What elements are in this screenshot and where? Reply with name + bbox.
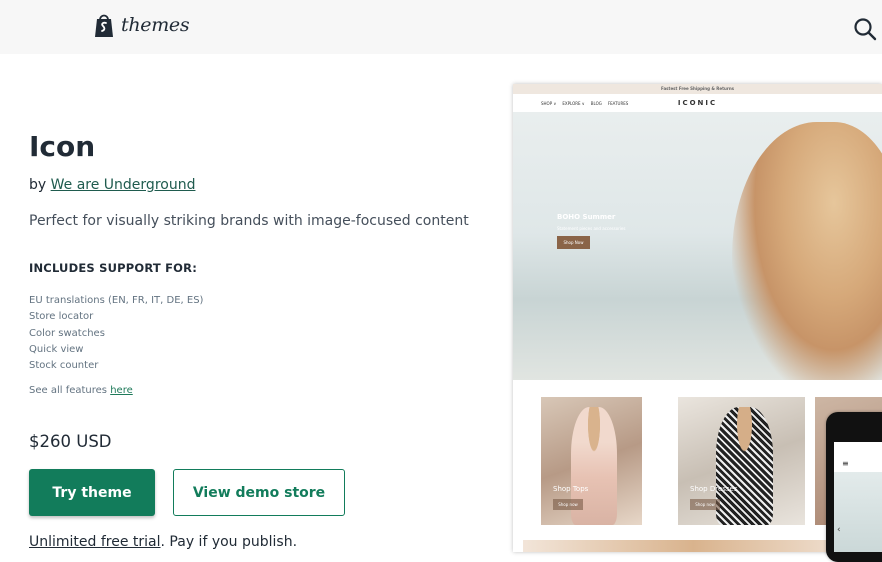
preview-brand: ICONIC (677, 99, 718, 107)
tile-button: Shop now (553, 499, 583, 510)
search-icon[interactable] (853, 17, 877, 41)
phone-screen: ≡ ‹ (834, 442, 882, 552)
preview-collection-tile: Shop Dresses Shop now (678, 397, 805, 525)
see-all-features: See all features here (29, 385, 133, 396)
hero-model-image (732, 122, 882, 380)
try-theme-button[interactable]: Try theme (29, 469, 155, 516)
tile-label: Shop Dresses (690, 485, 738, 493)
trial-note: Unlimited free trial. Pay if you publish… (29, 534, 297, 550)
top-bar: themes (0, 0, 882, 54)
tile-model-image (716, 407, 774, 525)
feature-item: Quick view (29, 343, 84, 355)
feature-list: EU translations (EN, FR, IT, DE, ES) Sto… (29, 293, 203, 374)
preview-hero-title: BOHO Summer (557, 213, 616, 221)
feature-item: EU translations (EN, FR, IT, DE, ES) (29, 295, 204, 306)
logo-text: themes (121, 14, 190, 36)
theme-price: $260 USD (29, 432, 112, 451)
shopify-themes-logo[interactable]: themes (93, 12, 190, 38)
free-trial-link[interactable]: Unlimited free trial (29, 534, 161, 550)
feature-item: Store locator (29, 311, 94, 323)
preview-bottom-image (523, 540, 863, 552)
chevron-left-icon: ‹ (837, 525, 841, 535)
support-heading: INCLUDES SUPPORT FOR: (29, 261, 198, 275)
author-link[interactable]: We are Underground (51, 177, 196, 193)
preview-hero-image: BOHO Summer Statement pieces and accesso… (513, 112, 882, 380)
view-demo-store-button[interactable]: View demo store (173, 469, 345, 516)
theme-tagline: Perfect for visually striking brands wit… (29, 213, 469, 229)
tile-button: Shop now (690, 499, 720, 510)
feature-item: Color swatches (29, 327, 105, 339)
preview-collection-tile: Shop Tops Shop now (541, 397, 642, 525)
phone-hero-image (834, 472, 882, 552)
hamburger-menu-icon: ≡ (842, 459, 849, 468)
preview-hero-subtitle: Statement pieces and accessories (557, 226, 626, 231)
shopify-bag-icon (95, 14, 113, 37)
tile-label: Shop Tops (553, 485, 589, 493)
preview-announcement-bar: Fastest Free Shipping & Returns (513, 84, 882, 94)
feature-item: Stock counter (29, 360, 99, 372)
preview-hero-button: Shop Now (557, 236, 590, 249)
theme-preview-mobile[interactable]: ≡ ‹ (826, 412, 882, 562)
by-prefix: by (29, 177, 47, 193)
see-all-link[interactable]: here (110, 385, 133, 396)
theme-byline: by We are Underground (29, 177, 195, 193)
preview-nav: SHOP ∨ EXPLORE ∨ BLOG FEATURES ICONIC (513, 94, 882, 112)
see-all-prefix: See all features (29, 385, 108, 396)
trial-note-rest: . Pay if you publish. (160, 534, 298, 550)
theme-title: Icon (29, 130, 96, 163)
